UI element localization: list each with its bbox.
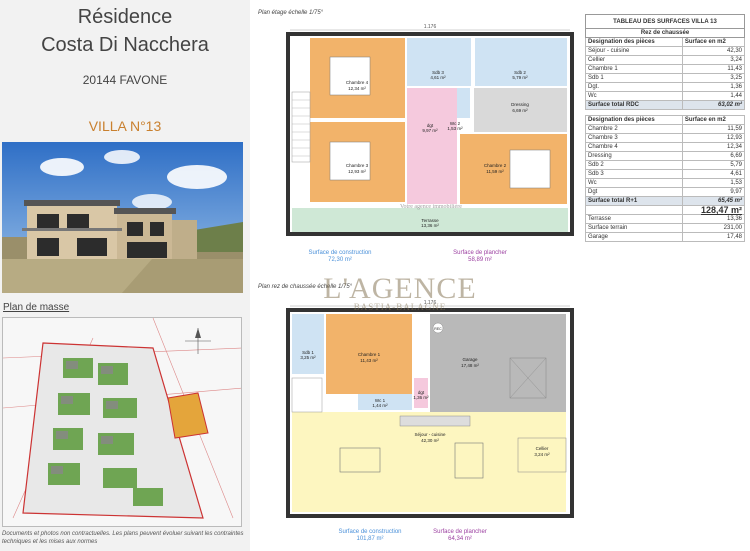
room-sdb-1 [292,314,324,374]
villa-rendering-photo [2,142,243,293]
svg-text:6,69 m²: 6,69 m² [512,108,528,113]
ground-plan-label: Plan rez de chaussée échelle 1/75° [258,284,353,290]
svg-text:11,43 m²: 11,43 m² [360,358,378,363]
svg-text:12,34 m²: 12,34 m² [348,86,366,91]
table-title: TABLEAU DES SURFACES VILLA 13 [585,14,745,29]
upper-surface-plancher: Surface de plancher 58,89 m² [453,250,507,263]
table-row: Terrasse 13,36 [585,214,746,224]
svg-text:12,93 m²: 12,93 m² [348,169,366,174]
left-column: Résidence Costa Di Nacchera 20144 FAVONE… [0,0,250,551]
svg-text:1,44 m²: 1,44 m² [372,403,388,408]
svg-text:Chambre 2: Chambre 2 [484,163,507,168]
room-dgt-upper [407,88,457,204]
table-row: Chambre 1 11,43 [585,64,746,74]
table-row: Sdb 1 3,25 [585,73,746,83]
table-row: Garage 17,48 [585,232,746,242]
svg-text:1,53 m²: 1,53 m² [447,126,463,131]
villa-number: VILLA N°13 [88,118,162,134]
svg-text:1,36 m²: 1,36 m² [413,395,429,400]
svg-text:Votre agence immobilière: Votre agence immobilière [400,204,462,210]
svg-text:REC: REC [434,327,442,331]
svg-text:42,30 m²: 42,30 m² [421,438,439,443]
ground-floor-plan: 1.176 Sdb 1 3,25 m² Chambre 1 11,43 m² G… [286,300,574,518]
table-row: Surface terrain 231,00 [585,223,746,233]
svg-text:Dressing: Dressing [511,102,529,107]
svg-text:11,59 m²: 11,59 m² [486,169,504,174]
table-row: Cellier 3,24 [585,55,746,65]
svg-text:Garage: Garage [462,357,478,362]
rdc-header: Rez de chaussée [585,28,745,38]
svg-text:4,61 m²: 4,61 m² [430,75,446,80]
table-row: Séjour - cuisine 42,30 [585,46,746,56]
upper-floor-plan: 1.176 Chambre 4 12,34 m² Sdb 3 4,61 m² S… [286,24,574,236]
table-row: Chambre 3 12,93 [585,133,746,143]
surface-table: TABLEAU DES SURFACES VILLA 13 Rez de cha… [585,14,750,242]
svg-text:3,25 m²: 3,25 m² [300,355,316,360]
table-row: Chambre 2 11,59 [585,124,746,134]
city-label: 20144 FAVONE [82,73,168,87]
svg-text:9,97 m²: 9,97 m² [422,128,438,133]
upper-plan-label: Plan étage échelle 1/75° [258,10,324,16]
table-row: Wc 1,53 [585,178,746,188]
brochure-page: Résidence Costa Di Nacchera 20144 FAVONE… [0,0,750,551]
svg-text:17,48 m²: 17,48 m² [461,363,479,368]
site-plan-drawing [2,317,242,527]
table-row: Sdb 2 5,79 [585,160,746,170]
residence-name: Costa Di Nacchera [41,34,209,56]
ground-surface-plancher: Surface de plancher 64,34 m² [433,529,487,542]
grand-total-row: 128,47 m² [585,205,746,215]
rdc-total-row: Surface total RDC 63,02 m² [585,100,746,110]
upper-dimension: 1.176 [424,24,437,30]
table-row: Wc 1,44 [585,91,746,101]
table-row: Sdb 3 4,61 [585,169,746,179]
svg-text:1.176: 1.176 [424,300,437,306]
residence-title: Résidence [77,6,173,28]
svg-text:13,36 m²: 13,36 m² [421,223,439,228]
svg-text:Chambre 4: Chambre 4 [346,80,369,85]
table-row: Dgt 9,97 [585,187,746,197]
table-row: Chambre 4 12,34 [585,142,746,152]
svg-text:Cellier: Cellier [536,446,549,451]
svg-text:5,79 m²: 5,79 m² [512,75,528,80]
svg-text:3,24 m²: 3,24 m² [534,452,550,457]
table-row: Dressing 6,69 [585,151,746,161]
disclaimer-text: Documents et photos non contractuelles. … [2,531,244,545]
ground-surface-construction: Surface de construction 101,87 m² [338,529,402,542]
svg-text:Séjour - cuisine: Séjour - cuisine [414,432,446,437]
svg-text:Chambre 3: Chambre 3 [346,163,369,168]
upper-surface-construction: Surface de construction 72,30 m² [308,250,372,263]
table-row: Dgt. 1,36 [585,82,746,92]
site-plan-label: Plan de masse [3,302,70,313]
svg-text:Chambre 1: Chambre 1 [358,352,381,357]
